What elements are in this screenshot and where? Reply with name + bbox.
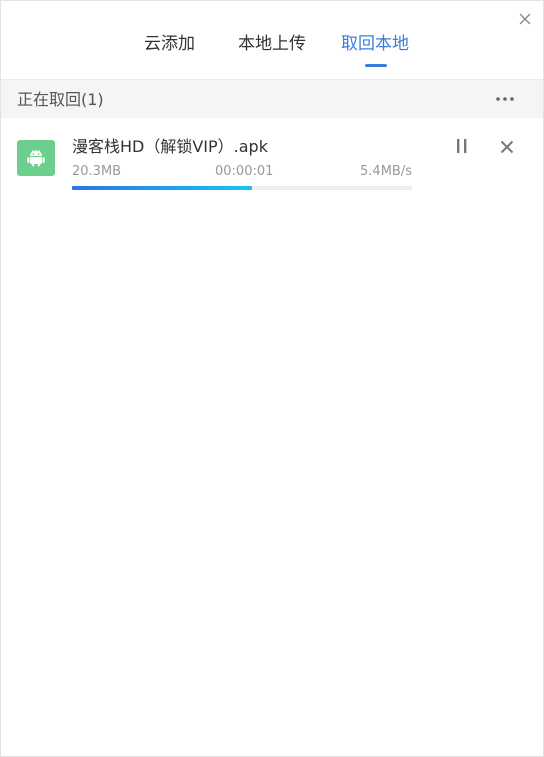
tab-local-upload[interactable]: 本地上传: [238, 33, 306, 55]
file-type-icon-container: [17, 140, 55, 176]
progress-bar: [72, 186, 412, 190]
file-size: 20.3MB: [72, 164, 122, 179]
file-name: 漫客栈HD（解锁VIP）.apk: [72, 137, 268, 156]
progress-fill: [72, 186, 253, 190]
tab-bar: 云添加 本地上传 取回本地: [1, 1, 543, 80]
elapsed-time: 00:00:01: [215, 164, 274, 179]
download-manager-window: 云添加 本地上传 取回本地 正在取回(1) 漫客栈HD（解锁VIP）.apk 2…: [0, 0, 544, 757]
active-tab-indicator: [365, 64, 387, 67]
tab-cloud-add[interactable]: 云添加: [144, 33, 195, 55]
section-title: 正在取回(1): [17, 90, 104, 109]
cancel-download-button[interactable]: [498, 138, 516, 156]
close-icon: [500, 140, 514, 154]
tab-retrieve-local[interactable]: 取回本地: [341, 33, 409, 55]
download-speed: 5.4MB/s: [360, 164, 412, 179]
more-icon: [496, 97, 514, 101]
pause-button[interactable]: [455, 138, 471, 156]
android-icon: [27, 150, 45, 167]
pause-icon: [457, 139, 467, 153]
more-options-button[interactable]: [495, 92, 515, 106]
download-item: 漫客栈HD（解锁VIP）.apk 20.3MB 00:00:01 5.4MB/s: [1, 118, 543, 198]
section-header: 正在取回(1): [1, 80, 543, 118]
